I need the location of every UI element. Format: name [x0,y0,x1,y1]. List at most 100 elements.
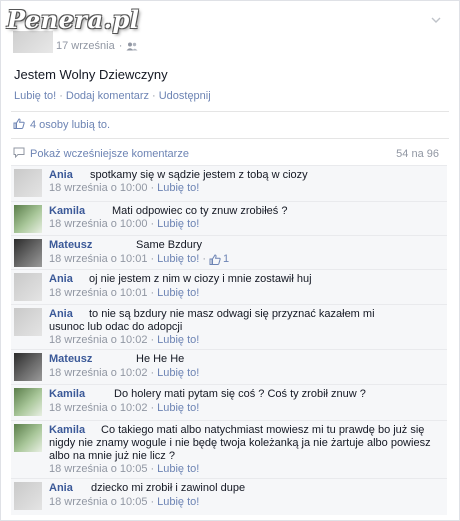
thumbs-up-icon [13,118,25,132]
comment-like-link[interactable]: Lubię to! [157,463,199,475]
comment-text: spotkamy się w sądzie jestem z tobą w ci… [90,169,308,181]
comment-meta: 18 września o 10:05 · Lubię to! [49,463,199,475]
avatar[interactable] [14,273,42,301]
comment-author[interactable]: Ania [49,482,73,494]
avatar[interactable] [14,308,42,336]
comment-meta: 18 września o 10:00 · Lubię to! [49,182,199,194]
meta-separator: · [150,496,155,508]
comment-meta: 18 września o 10:01 · Lubię to! · 1 [49,253,229,265]
comment-text: Do holery mati pytam się coś ? Coś ty zr… [114,388,366,400]
avatar[interactable] [14,353,42,381]
comment-time[interactable]: 18 września o 10:00 [49,182,147,194]
comment-item: Ania dziecko mi zrobił i zawinol dupe 18… [11,478,447,515]
meta-separator: · [150,402,155,414]
friends-icon[interactable] [126,42,138,51]
comment-author[interactable]: Ania [49,273,73,285]
comment-author[interactable]: Mateusz [49,239,92,251]
post-date[interactable]: 17 września [56,40,115,52]
comment-like-link[interactable]: Lubię to! [157,496,199,508]
comment-icon [13,147,25,161]
comment-item: Ania oj nie jestem z nim w ciozy i mnie … [11,269,447,304]
meta-separator: · [150,218,155,230]
comment-text-line: Co takiego mati albo natychmiast mowiesz… [101,424,425,436]
comment-meta: 18 września o 10:00 · Lubię to! [49,218,199,230]
like-link[interactable]: Lubię to! [14,90,56,102]
author-avatar[interactable] [13,31,53,53]
comment-item: Ania to nie są bzdury nie masz odwagi si… [11,304,447,349]
comment-time[interactable]: 18 września o 10:02 [49,334,147,346]
comment-text-line: nigdy nie znamy wogule i nie będę twoja … [49,437,431,449]
avatar[interactable] [14,482,42,510]
watermark-logo: Penera.pl [7,5,140,34]
meta-separator: · [150,182,155,194]
avatar[interactable] [14,424,42,452]
comment-meta: 18 września o 10:01 · Lubię to! [49,287,199,299]
divider [11,138,449,139]
comment-author[interactable]: Mateusz [49,353,92,365]
post-meta: 17 września · [56,40,138,52]
comment-text: Mati odpowiec co ty znuw zrobiłeś ? [112,205,288,217]
comment-time[interactable]: 18 września o 10:05 [49,463,147,475]
comment-likes[interactable]: 1 [209,253,229,265]
meta-separator: · [202,253,206,265]
comment-like-link[interactable]: Lubię to! [157,402,199,414]
meta-separator: · [150,334,155,346]
add-comment-link[interactable]: Dodaj komentarz [66,90,149,102]
comment-time[interactable]: 18 września o 10:00 [49,218,147,230]
meta-separator: · [150,287,155,299]
comment-meta: 18 września o 10:02 · Lubię to! [49,402,199,414]
comment-text-line: usunoc lub odac do adopcji [49,321,183,333]
comment-author[interactable]: Kamila [49,205,85,217]
post-text: Jestem Wolny Dziewczyny [14,67,168,82]
comment-meta: 18 września o 10:02 · Lubię to! [49,334,199,346]
comment-meta: 18 września o 10:05 · Lubię to! [49,496,199,508]
comment-time[interactable]: 18 września o 10:05 [49,496,147,508]
comment-likes-count: 1 [223,253,230,265]
meta-separator: · [118,40,123,52]
comment-like-link[interactable]: Lubię to! [157,182,199,194]
post-actions: Lubię to! · Dodaj komentarz · Udostępnij [14,90,211,102]
comment-item: Ania spotkamy się w sądzie jestem z tobą… [11,165,447,201]
comment-item: Mateusz Same Bzdury 18 września o 10:01 ·… [11,235,447,269]
comment-item: Mateusz He He He 18 września o 10:02 · Lub… [11,349,447,384]
avatar[interactable] [14,388,42,416]
comment-time[interactable]: 18 września o 10:01 [49,253,147,265]
comment-meta: 18 września o 10:02 · Lubię to! [49,367,199,379]
comment-text: dziecko mi zrobił i zawinol dupe [91,482,246,494]
meta-separator: · [150,253,155,265]
comment-item: Kamila Do holery mati pytam się coś ? Co… [11,384,447,420]
previous-comments-row: Pokaż wcześniejsze komentarze 54 na 96 [13,147,439,161]
comment-time[interactable]: 18 września o 10:02 [49,402,147,414]
share-link[interactable]: Udostępnij [159,90,211,102]
comment-text: He He He [136,353,185,365]
avatar[interactable] [14,239,42,267]
comment-text: Same Bzdury [136,239,203,251]
action-separator: · [59,90,63,102]
likes-count-text[interactable]: 4 osoby lubią to. [30,119,110,131]
thumbs-up-icon [209,253,221,265]
action-separator: · [152,90,156,102]
comment-author[interactable]: Kamila [49,388,85,400]
comment-like-link[interactable]: Lubię to! [157,218,199,230]
avatar[interactable] [14,169,42,197]
comment-item: Kamila Mati odpowiec co ty znuw zrobiłeś… [11,201,447,235]
comment-item: Kamila Co takiego mati albo natychmiast … [11,420,447,478]
meta-separator: · [150,463,155,475]
avatar[interactable] [14,205,42,233]
comment-like-link[interactable]: Lubię to! [157,334,199,346]
comment-author[interactable]: Ania [49,308,73,320]
show-previous-comments-link[interactable]: Pokaż wcześniejsze komentarze [30,148,189,160]
comment-like-link[interactable]: Lubię to! [157,287,199,299]
comment-author[interactable]: Ania [49,169,73,181]
comment-like-link[interactable]: Lubię to! [157,253,199,265]
comment-text-line: to nie są bzdury nie masz odwagi się prz… [89,308,375,320]
comment-time[interactable]: 18 września o 10:02 [49,367,147,379]
comment-like-link[interactable]: Lubię to! [157,367,199,379]
comment-time[interactable]: 18 września o 10:01 [49,287,147,299]
divider [11,111,449,112]
chevron-down-icon[interactable] [431,17,441,27]
comment-author[interactable]: Kamila [49,424,85,436]
meta-separator: · [150,367,155,379]
comment-text-line: albo na mnie już nie licz ? [49,450,175,462]
likes-summary[interactable]: 4 osoby lubią to. [13,118,110,132]
